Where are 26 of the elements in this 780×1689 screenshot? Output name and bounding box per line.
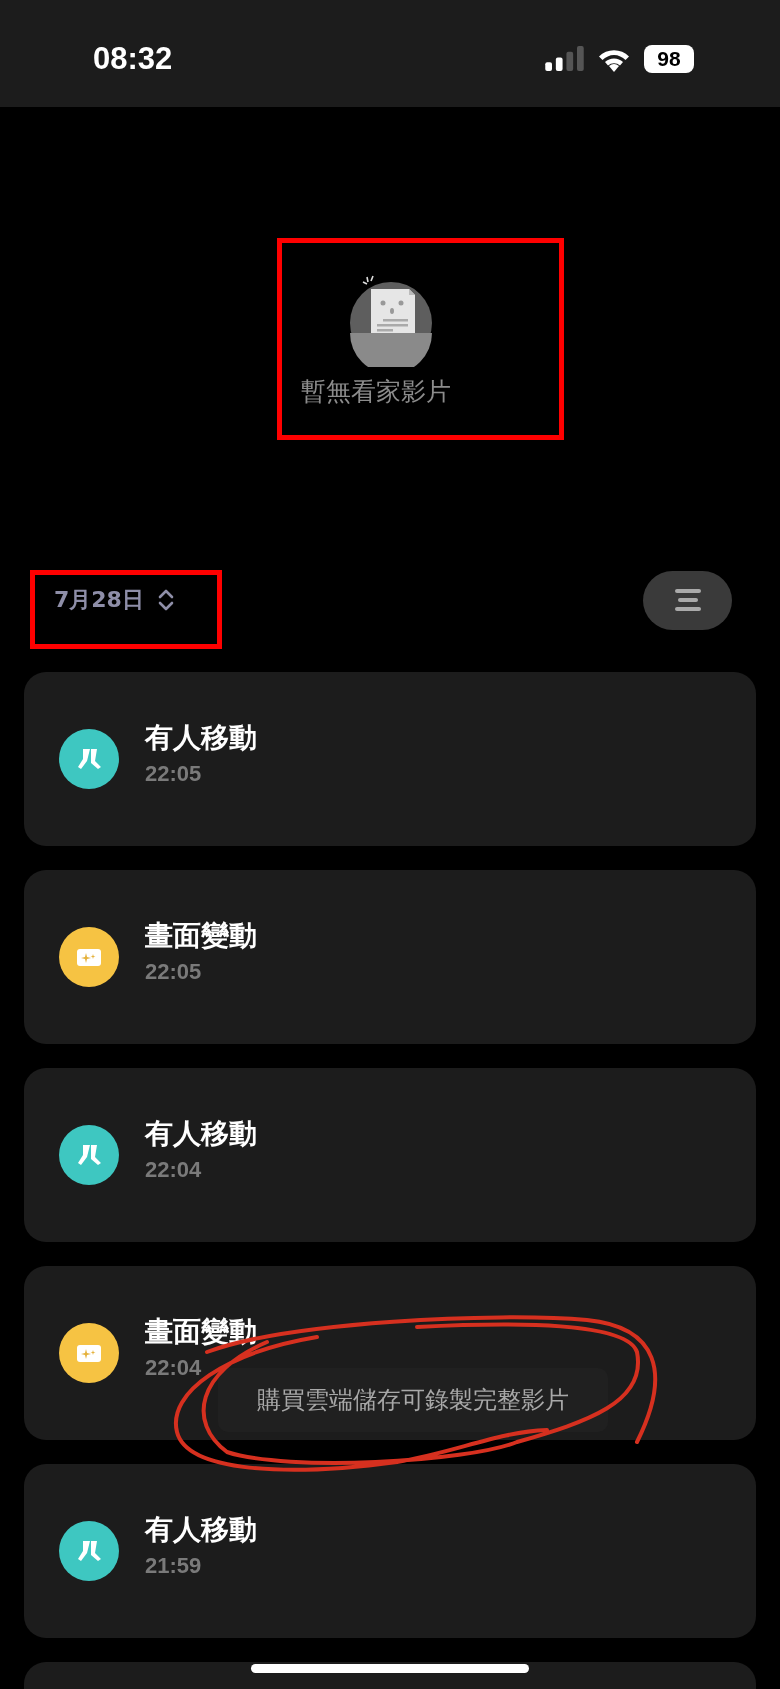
sparkle-screen-icon bbox=[59, 927, 119, 987]
event-title: 有人移動 bbox=[145, 1116, 257, 1152]
info-toast: 購買雲端儲存可錄製完整影片 bbox=[218, 1368, 608, 1432]
event-title: 有人移動 bbox=[145, 720, 257, 756]
event-title: 畫面變動 bbox=[145, 918, 257, 954]
sparkle-screen-icon bbox=[59, 1323, 119, 1383]
event-time: 22:05 bbox=[145, 959, 203, 985]
cellular-signal-icon bbox=[545, 46, 584, 71]
event-time: 22:04 bbox=[145, 1355, 203, 1381]
event-title: 有人移動 bbox=[145, 1512, 257, 1548]
event-time: 22:04 bbox=[145, 1157, 203, 1183]
up-down-chevron-icon bbox=[157, 588, 174, 612]
event-card[interactable]: 有人移動 21:59 bbox=[24, 1464, 756, 1638]
event-time: 22:05 bbox=[145, 761, 203, 787]
menu-icon bbox=[674, 589, 701, 611]
walking-legs-icon bbox=[59, 1521, 119, 1581]
clock-time: 08:32 bbox=[93, 40, 173, 77]
event-card[interactable]: 有人移動 22:04 bbox=[24, 1068, 756, 1242]
event-card[interactable]: 畫面變動 22:05 bbox=[24, 870, 756, 1044]
empty-message: 暫無看家影片 bbox=[301, 376, 451, 408]
battery-indicator: 98 bbox=[644, 44, 694, 73]
walking-legs-icon bbox=[59, 729, 119, 789]
date-picker[interactable]: 7月28日 bbox=[44, 579, 184, 621]
walking-legs-icon bbox=[59, 1125, 119, 1185]
event-time: 21:59 bbox=[145, 1553, 203, 1579]
event-card[interactable]: 有人移動 22:05 bbox=[24, 672, 756, 846]
